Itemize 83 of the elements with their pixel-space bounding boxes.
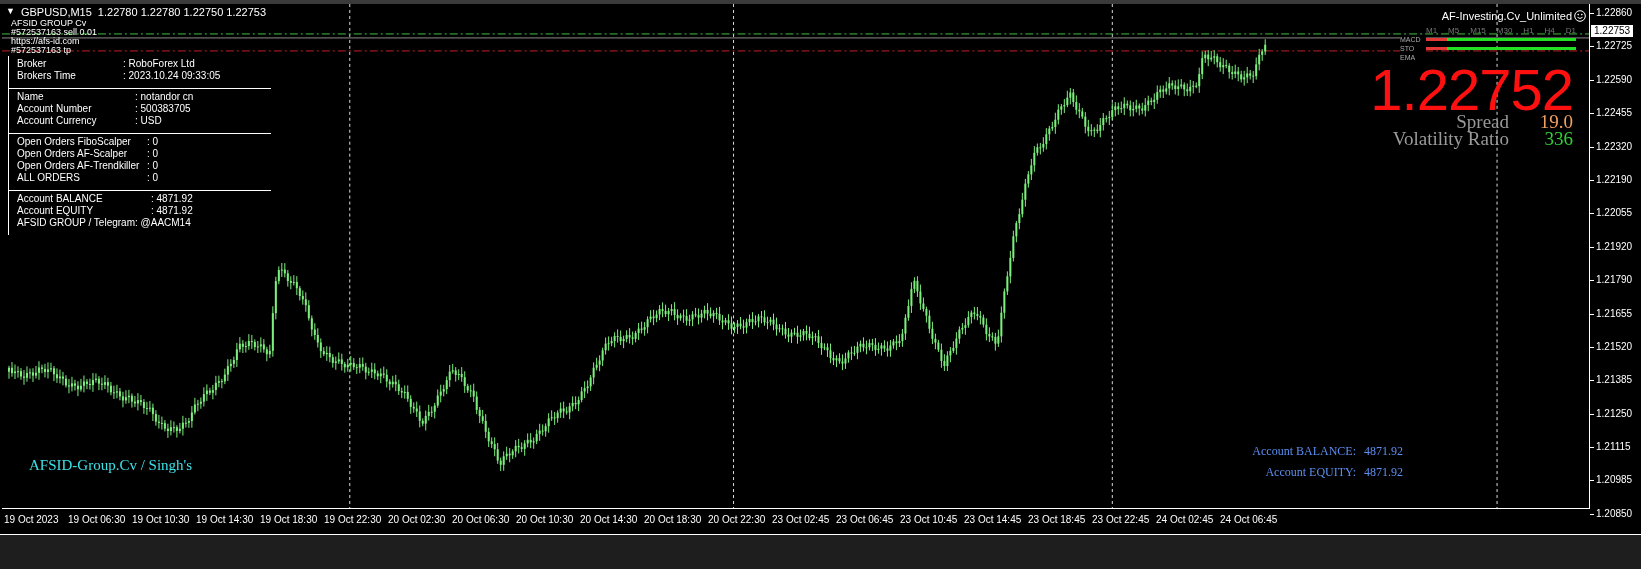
info-value: : USD xyxy=(135,115,163,127)
time-label: 23 Oct 02:45 xyxy=(772,514,831,527)
volatility-value: 336 xyxy=(1543,130,1573,147)
info-label: Name xyxy=(17,91,45,103)
time-label: 20 Oct 10:30 xyxy=(516,514,575,527)
time-label: 19 Oct 06:30 xyxy=(68,514,127,527)
order-label: #572537163 sell 0.01 xyxy=(11,28,98,37)
info-value: : 4871.92 xyxy=(151,205,194,217)
info-label: Open Orders AF-Scalper xyxy=(17,148,129,160)
price-tick: 1.20850 xyxy=(1590,507,1641,520)
account-value: 4871.92 xyxy=(1364,444,1403,459)
collapse-glyph[interactable]: ▼ xyxy=(6,6,15,18)
time-label: 19 Oct 14:30 xyxy=(196,514,255,527)
info-label: Account Number xyxy=(17,103,93,115)
info-label: Open Orders FiboScalper xyxy=(17,136,132,148)
price-tick: 1.22455 xyxy=(1590,107,1641,120)
time-label: 24 Oct 02:45 xyxy=(1156,514,1215,527)
spread-label: Spread xyxy=(1455,113,1509,130)
time-label: 19 Oct 2023 xyxy=(4,514,60,527)
time-label: 19 Oct 18:30 xyxy=(260,514,319,527)
price-tick: 1.22055 xyxy=(1590,207,1641,220)
spread-value: 19.0 xyxy=(1538,113,1573,130)
timeframe-label: M5 xyxy=(1448,26,1460,35)
time-label: 23 Oct 14:45 xyxy=(964,514,1023,527)
price-tick: 1.22190 xyxy=(1590,173,1641,186)
price-tick: 1.22725 xyxy=(1590,40,1641,53)
timeframe-label: H1 xyxy=(1523,26,1534,35)
time-label: 20 Oct 22:30 xyxy=(708,514,767,527)
order-label: AFSID GROUP Cv xyxy=(11,19,88,28)
current-price-label: 1.22753 xyxy=(1591,25,1634,37)
info-value: : 500383705 xyxy=(135,103,192,115)
info-label: Broker xyxy=(17,58,48,70)
chart-symbol: GBPUSD,M15 xyxy=(20,6,92,18)
order-label: https://afs-id.com xyxy=(11,37,81,46)
info-value: : RoboForex Ltd xyxy=(123,58,196,70)
price-tick: 1.22860 xyxy=(1590,7,1641,19)
info-value: : 0 xyxy=(147,148,160,160)
info-label: Account EQUITY xyxy=(17,205,95,217)
time-label: 20 Oct 06:30 xyxy=(452,514,511,527)
info-value: : 0 xyxy=(147,136,160,148)
ohlc-values: 1.22780 1.22780 1.22750 1.22753 xyxy=(97,6,267,18)
time-label: 24 Oct 06:45 xyxy=(1220,514,1279,527)
price-tick: 1.21385 xyxy=(1590,374,1641,387)
price-tick: 1.22590 xyxy=(1590,73,1641,86)
time-label: 19 Oct 22:30 xyxy=(324,514,383,527)
order-label: #572537163 tp xyxy=(11,46,72,55)
account-value: 4871.92 xyxy=(1364,465,1403,480)
current-price: 1.22752 xyxy=(1370,67,1573,113)
price-tick: 1.21655 xyxy=(1590,307,1641,320)
time-label: 23 Oct 10:45 xyxy=(900,514,959,527)
info-label: Account BALANCE xyxy=(17,193,104,205)
price-tick: 1.21920 xyxy=(1590,240,1641,253)
account-label: Account EQUITY: xyxy=(1264,465,1356,480)
info-label: Account Currency xyxy=(17,115,98,127)
time-label: 19 Oct 10:30 xyxy=(132,514,191,527)
price-tick: 1.21520 xyxy=(1590,340,1641,353)
timeframe-label: M15 xyxy=(1470,26,1486,35)
price-tick: 1.21250 xyxy=(1590,407,1641,420)
price-tick: 1.22320 xyxy=(1590,140,1641,153)
price-tick: 1.21115 xyxy=(1590,441,1641,454)
info-value: : 0 xyxy=(147,172,160,184)
price-tick: 1.21790 xyxy=(1590,274,1641,287)
timeframe-label: D1 xyxy=(1565,26,1576,35)
time-label: 20 Oct 14:30 xyxy=(580,514,639,527)
timeframe-label: H4 xyxy=(1544,26,1555,35)
info-value: : notandor cn xyxy=(135,91,195,103)
account-label: Account BALANCE: xyxy=(1252,444,1356,459)
info-label: Open Orders AF-Trendkiller xyxy=(17,160,141,172)
time-label: 20 Oct 02:30 xyxy=(388,514,447,527)
brand-text: AFSID-Group.Cv / Singh's xyxy=(29,457,193,474)
info-label: ALL ORDERS xyxy=(17,172,81,184)
info-value: : 2023.10.24 09:33:05 xyxy=(123,70,222,82)
expert-name: AF-Investing.Cv_Unlimited xyxy=(1441,10,1572,22)
info-value: : 4871.92 xyxy=(151,193,194,205)
timeframe-label: M1 xyxy=(1426,26,1438,35)
info-label: Brokers Time xyxy=(17,70,77,82)
time-label: 23 Oct 06:45 xyxy=(836,514,895,527)
time-label: 23 Oct 22:45 xyxy=(1092,514,1151,527)
time-label: 23 Oct 18:45 xyxy=(1028,514,1087,527)
time-label: 20 Oct 18:30 xyxy=(644,514,703,527)
info-value: : 0 xyxy=(147,160,160,172)
info-label: AFSID GROUP / Telegram: @AACM14 xyxy=(17,217,192,229)
price-tick: 1.20985 xyxy=(1590,474,1641,487)
